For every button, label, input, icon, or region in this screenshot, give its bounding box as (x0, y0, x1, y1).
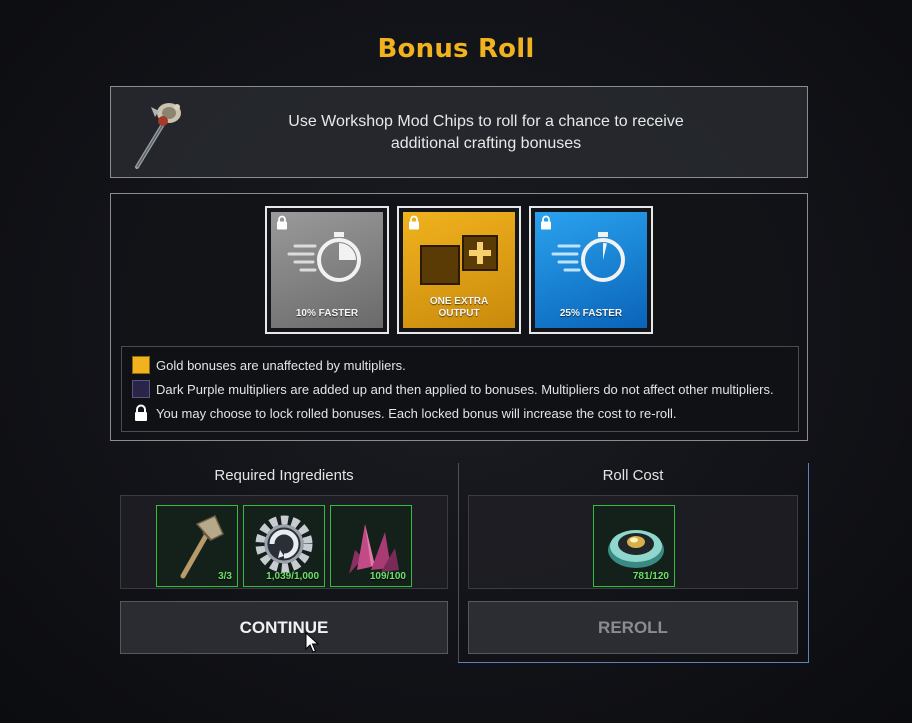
bonus-card-label-line2: OUTPUT (438, 308, 480, 319)
roll-cost-count: 781/120 (632, 571, 669, 582)
bonus-card-extra-output[interactable]: ONE EXTRA OUTPUT (397, 206, 521, 334)
legend: Gold bonuses are unaffected by multiplie… (121, 346, 799, 432)
bonus-card-label: ONE EXTRA OUTPUT (403, 296, 515, 320)
stopwatch-icon (287, 232, 361, 282)
info-text-line1: Use Workshop Mod Chips to roll for a cha… (288, 113, 684, 130)
legend-row-lock: You may choose to lock rolled bonuses. E… (132, 403, 677, 423)
bonus-card-25-faster[interactable]: 25% FASTER (529, 206, 653, 334)
mouse-cursor-icon (305, 632, 319, 653)
legend-row-purple: Dark Purple multipliers are added up and… (132, 379, 774, 399)
legend-lock-text: You may choose to lock rolled bonuses. E… (156, 405, 677, 421)
bonus-panel: 10% FASTER ONE EXTRA OUTPUT 25% FASTER G… (110, 193, 808, 441)
ingredient-slot-axe[interactable]: 3/3 (156, 505, 238, 587)
bonus-card-label-line1: ONE EXTRA (429, 296, 489, 307)
ingredient-count: 109/100 (369, 571, 406, 582)
reroll-button[interactable]: REROLL (468, 601, 798, 654)
info-text-line2: additional crafting bonuses (390, 135, 582, 152)
page-title: Bonus Roll (377, 34, 535, 64)
gold-swatch (132, 356, 150, 374)
info-text: Use Workshop Mod Chips to roll for a cha… (261, 111, 711, 155)
lock-icon (135, 404, 147, 421)
section-divider (458, 463, 459, 662)
ingredient-count: 1,039/1,000 (266, 571, 319, 582)
ingredient-slot-gear[interactable]: 1,039/1,000 (243, 505, 325, 587)
bonus-card-label: 25% FASTER (559, 308, 623, 319)
info-panel: Use Workshop Mod Chips to roll for a cha… (110, 86, 808, 178)
continue-button[interactable]: CONTINUE (120, 601, 448, 654)
purple-swatch (132, 380, 150, 398)
ingredient-slot-crystal[interactable]: 109/100 (330, 505, 412, 587)
bonus-card-label: 10% FASTER (295, 308, 359, 319)
legend-purple-text: Dark Purple multipliers are added up and… (156, 381, 774, 397)
bonus-card-10-faster[interactable]: 10% FASTER (265, 206, 389, 334)
legend-gold-text: Gold bonuses are unaffected by multiplie… (156, 357, 406, 373)
legend-row-gold: Gold bonuses are unaffected by multiplie… (132, 355, 406, 375)
roll-cost-slot-mod-chip[interactable]: 781/120 (593, 505, 675, 587)
extra-output-icon (420, 235, 498, 285)
mace-icon (135, 103, 181, 169)
required-ingredients-title: Required Ingredients (214, 467, 354, 484)
ingredient-count: 3/3 (218, 571, 232, 582)
stopwatch-icon (551, 232, 625, 282)
